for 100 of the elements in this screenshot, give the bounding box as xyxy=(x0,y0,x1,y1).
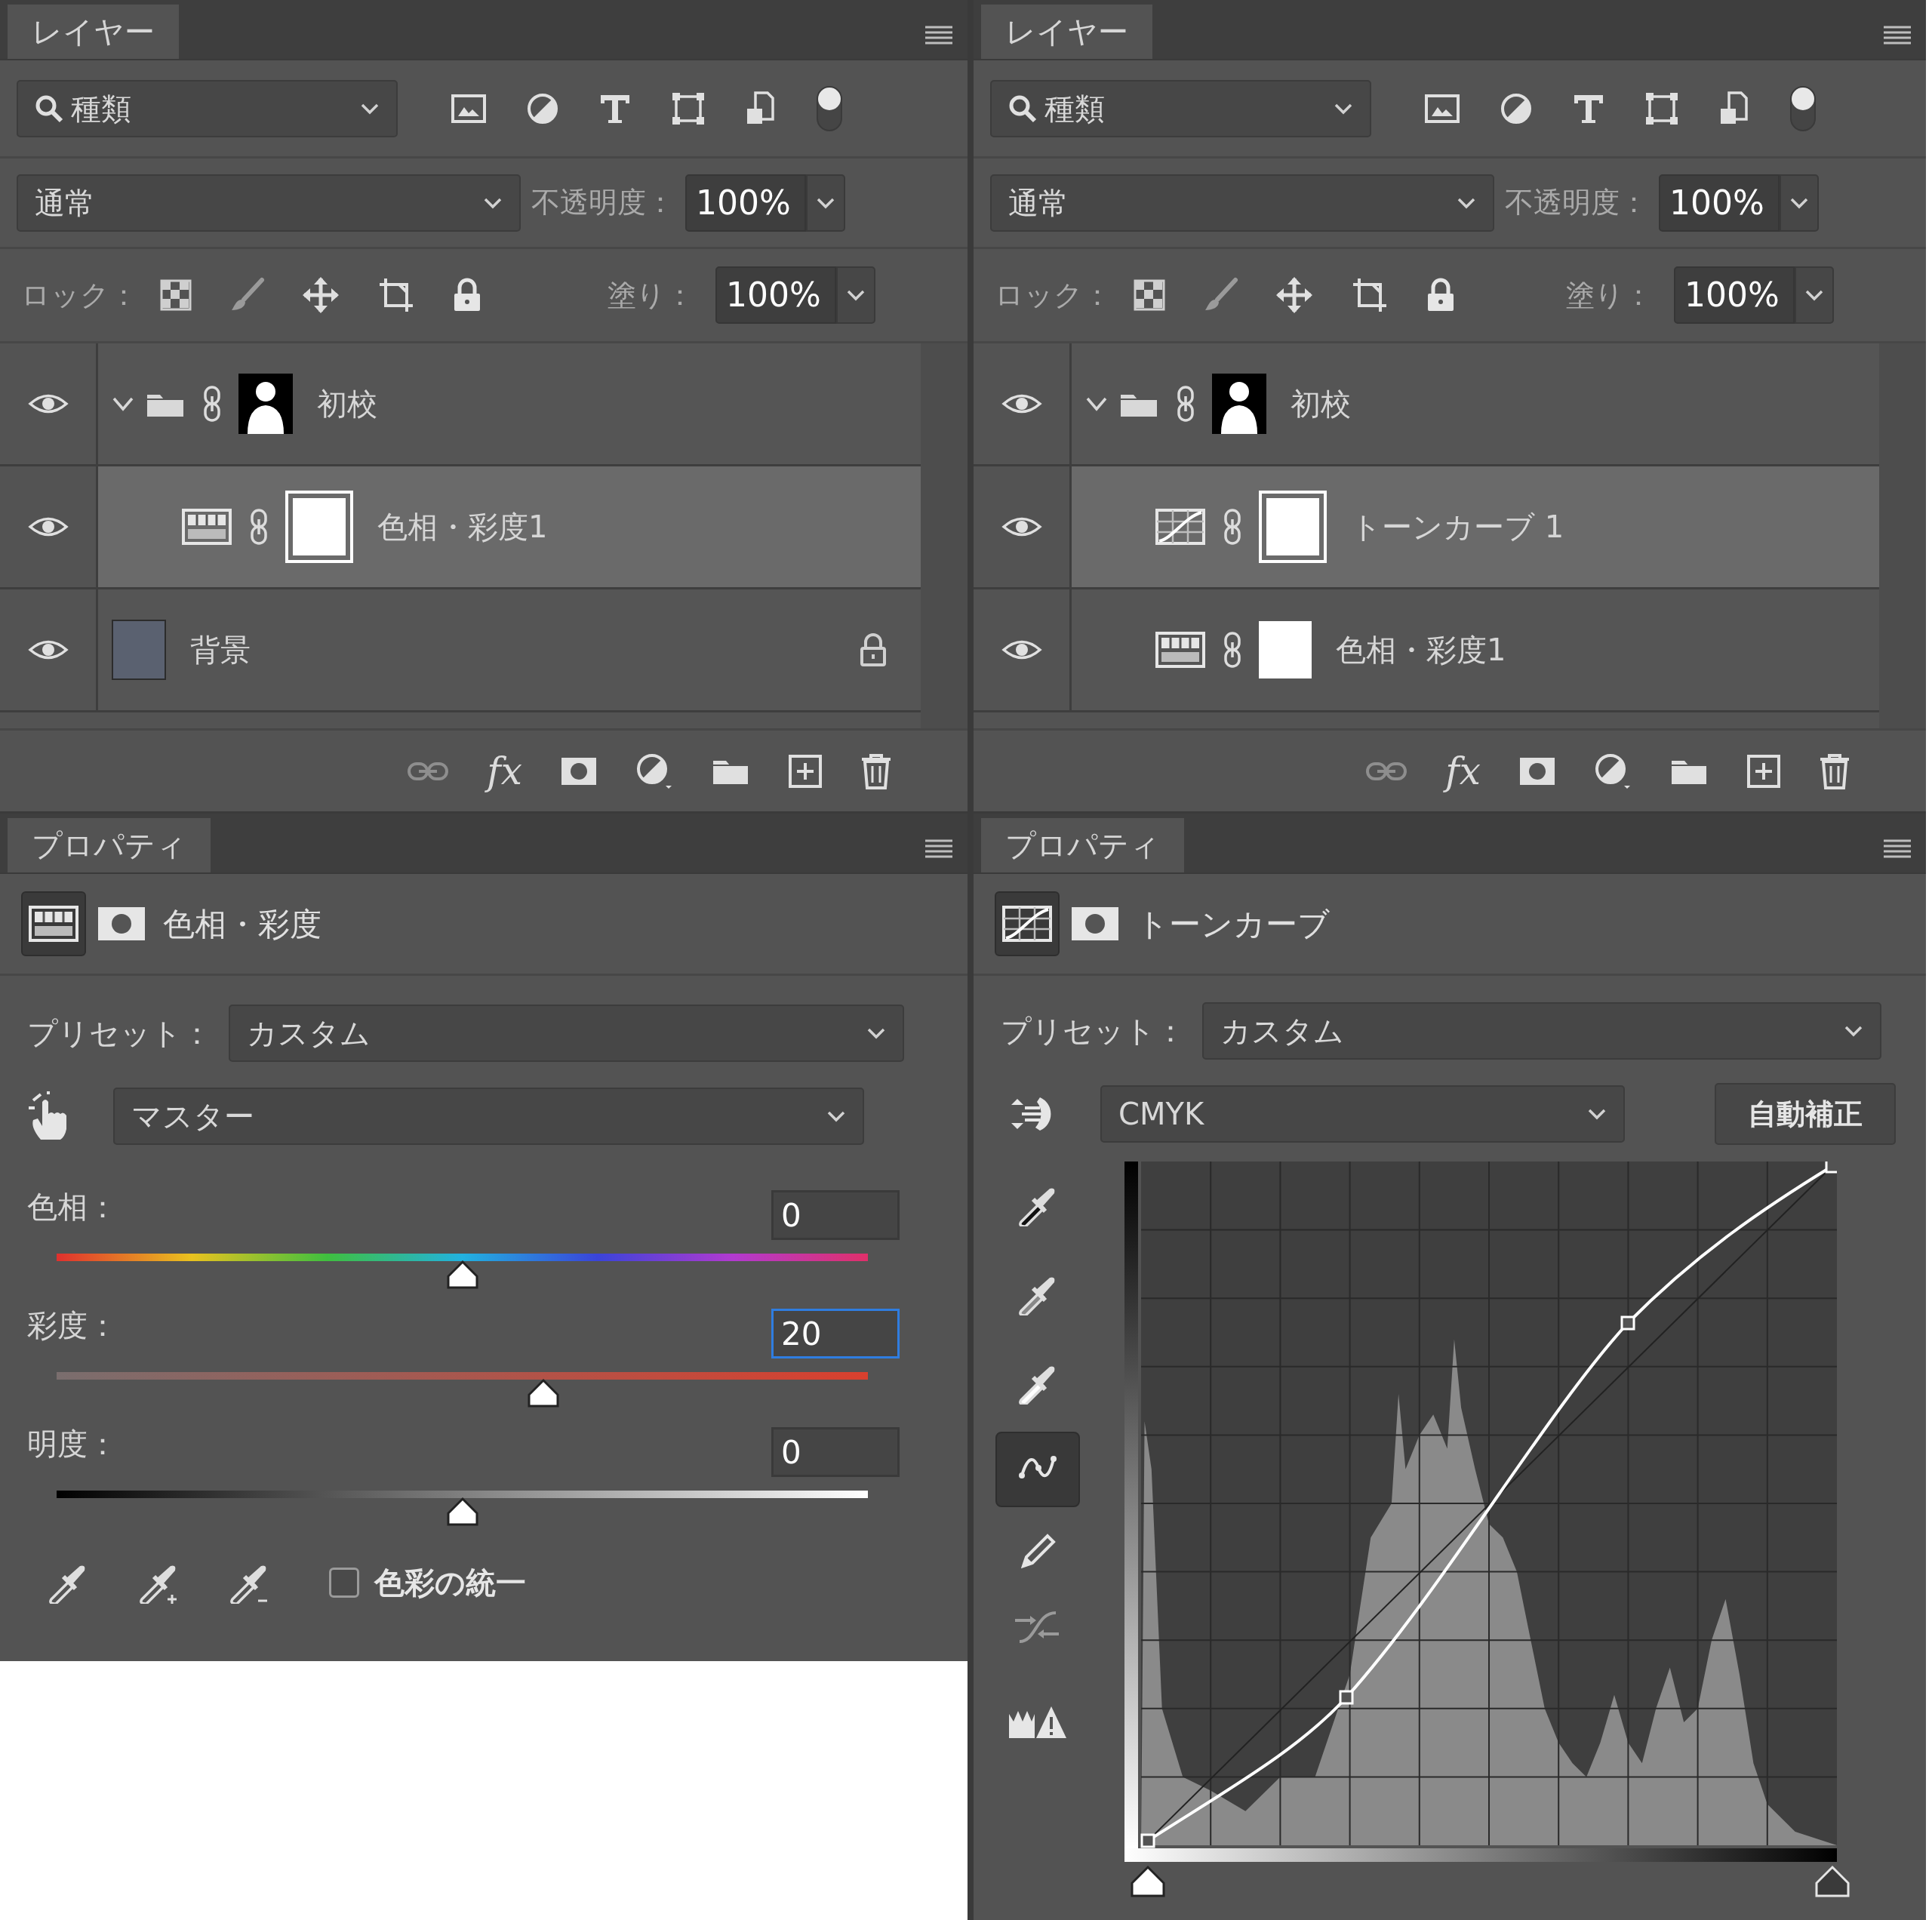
input-slider-thumb[interactable] xyxy=(1130,1865,1166,1898)
lock-transparent-pixels-icon[interactable] xyxy=(159,278,192,312)
dropdown-button[interactable] xyxy=(806,174,845,232)
move-icon[interactable] xyxy=(1275,275,1314,315)
blend-mode-dropdown[interactable]: 通常 xyxy=(17,174,521,232)
chevron-down-icon xyxy=(1587,1107,1607,1121)
menu-icon[interactable] xyxy=(924,838,954,860)
hue-saturation-icon xyxy=(1155,631,1206,669)
search-icon xyxy=(1008,94,1037,123)
slider-label: 彩度： xyxy=(27,1307,118,1344)
preset-dropdown[interactable]: カスタム xyxy=(229,1004,904,1062)
menu-icon[interactable] xyxy=(924,24,954,47)
dropdown-button[interactable] xyxy=(836,266,875,324)
lock-label: ロック： xyxy=(995,277,1112,313)
preset-label: プリセット： xyxy=(1001,1013,1186,1050)
opacity-field[interactable]: 100% xyxy=(685,174,806,232)
panel-tab[interactable]: プロパティ xyxy=(8,818,211,872)
link-icon xyxy=(249,508,269,546)
eye-icon xyxy=(1001,392,1042,415)
auto-button[interactable]: 自動補正 xyxy=(1715,1083,1896,1145)
layer-mask-icon[interactable] xyxy=(560,755,598,786)
panel-tab[interactable]: プロパティ xyxy=(981,818,1184,872)
value-field[interactable]: 0 xyxy=(771,1190,900,1240)
layer-row[interactable]: トーンカーブ 1 xyxy=(974,466,1879,589)
adjustment-layer-icon[interactable] xyxy=(635,752,673,790)
trash-icon[interactable] xyxy=(860,752,892,790)
layer-row[interactable]: 色相・彩度1 xyxy=(0,466,921,589)
adjustment-filter-icon[interactable] xyxy=(1500,91,1533,125)
adjustment-button[interactable] xyxy=(21,891,86,956)
visibility-toggle[interactable] xyxy=(0,466,98,587)
mask-icon[interactable] xyxy=(97,906,146,942)
image-filter-icon[interactable] xyxy=(1424,93,1460,124)
layer-name: 初校 xyxy=(1291,386,1351,423)
slider-thumb[interactable] xyxy=(527,1378,560,1408)
value-field[interactable]: 20 xyxy=(771,1309,900,1358)
slider-label: 色相： xyxy=(27,1189,118,1226)
fill-label: 塗り： xyxy=(608,277,694,313)
new-layer-icon[interactable] xyxy=(1746,753,1781,789)
menu-icon[interactable] xyxy=(1882,838,1912,860)
lock-icon[interactable] xyxy=(1426,278,1456,312)
dropdown-button[interactable] xyxy=(1780,174,1819,232)
panel-tab[interactable]: レイヤー xyxy=(981,5,1152,59)
visibility-toggle[interactable] xyxy=(974,466,1072,587)
hue-saturation-icon xyxy=(28,905,79,943)
checkbox-label: 色彩の統一 xyxy=(374,1565,526,1602)
preset-label: プリセット： xyxy=(27,1014,212,1052)
chevron-down-icon xyxy=(1804,288,1824,302)
shape-filter-icon[interactable] xyxy=(671,91,706,126)
eye-icon xyxy=(1001,638,1042,661)
value-field[interactable]: 0 xyxy=(771,1427,900,1477)
layer-row[interactable]: 初校 xyxy=(974,343,1879,466)
layer-name: 背景 xyxy=(190,632,251,669)
link-icon xyxy=(1223,631,1242,669)
properties-title: トーンカーブ xyxy=(1137,904,1330,944)
layer-row[interactable]: 初校 xyxy=(0,343,921,466)
lock-transparent-pixels-icon[interactable] xyxy=(1133,278,1166,312)
opacity-field[interactable]: 100% xyxy=(1659,174,1780,232)
eye-icon xyxy=(27,392,69,415)
trash-icon[interactable] xyxy=(1819,752,1850,790)
filter-dropdown[interactable]: 種類 xyxy=(990,79,1371,137)
slider-thumb[interactable] xyxy=(445,1260,479,1290)
properties-title: 色相・彩度 xyxy=(163,904,321,944)
filter-dropdown[interactable]: 種類 xyxy=(17,79,398,137)
chevron-down-icon xyxy=(846,288,866,302)
adjustment-button[interactable] xyxy=(995,891,1060,956)
layer-row[interactable]: 背景 xyxy=(0,589,921,712)
image-filter-icon[interactable] xyxy=(451,93,487,124)
panel-tab[interactable]: レイヤー xyxy=(8,5,179,59)
eye-icon xyxy=(1001,515,1042,538)
curve-tool[interactable] xyxy=(995,1432,1080,1507)
shape-filter-icon[interactable] xyxy=(1644,91,1679,126)
lock-label: ロック： xyxy=(21,277,138,313)
opacity-label: 不透明度： xyxy=(1505,185,1648,220)
eye-icon xyxy=(27,638,69,661)
move-icon[interactable] xyxy=(301,275,340,315)
lock-icon[interactable] xyxy=(452,278,482,312)
fill-field[interactable]: 100% xyxy=(1674,266,1795,324)
adjustment-layer-icon[interactable] xyxy=(1594,752,1632,790)
channel-dropdown[interactable]: CMYK xyxy=(1100,1085,1625,1143)
link-icon xyxy=(1223,508,1242,546)
slider-label: 明度： xyxy=(27,1426,118,1463)
layer-row[interactable]: 色相・彩度1 xyxy=(974,589,1879,712)
chevron-down-icon xyxy=(1844,1024,1863,1038)
checkbox[interactable] xyxy=(329,1568,359,1598)
mask-icon[interactable] xyxy=(1070,906,1120,942)
dropdown-button[interactable] xyxy=(1795,266,1834,324)
link-icon xyxy=(202,385,222,423)
layer-mask-icon[interactable] xyxy=(1518,755,1556,786)
blend-mode-dropdown[interactable]: 通常 xyxy=(990,174,1494,232)
channel-dropdown[interactable]: マスター xyxy=(113,1087,864,1145)
layer-name: 色相・彩度1 xyxy=(1336,632,1506,669)
adjustment-filter-icon[interactable] xyxy=(526,91,559,125)
opacity-label: 不透明度： xyxy=(531,185,675,220)
fill-field[interactable]: 100% xyxy=(715,266,836,324)
menu-icon[interactable] xyxy=(1882,24,1912,47)
preset-dropdown[interactable]: カスタム xyxy=(1202,1002,1881,1060)
slider-thumb[interactable] xyxy=(445,1497,479,1527)
new-layer-icon[interactable] xyxy=(788,753,823,789)
hue-saturation-icon xyxy=(181,508,232,546)
layer-name: トーンカーブ 1 xyxy=(1351,509,1564,546)
